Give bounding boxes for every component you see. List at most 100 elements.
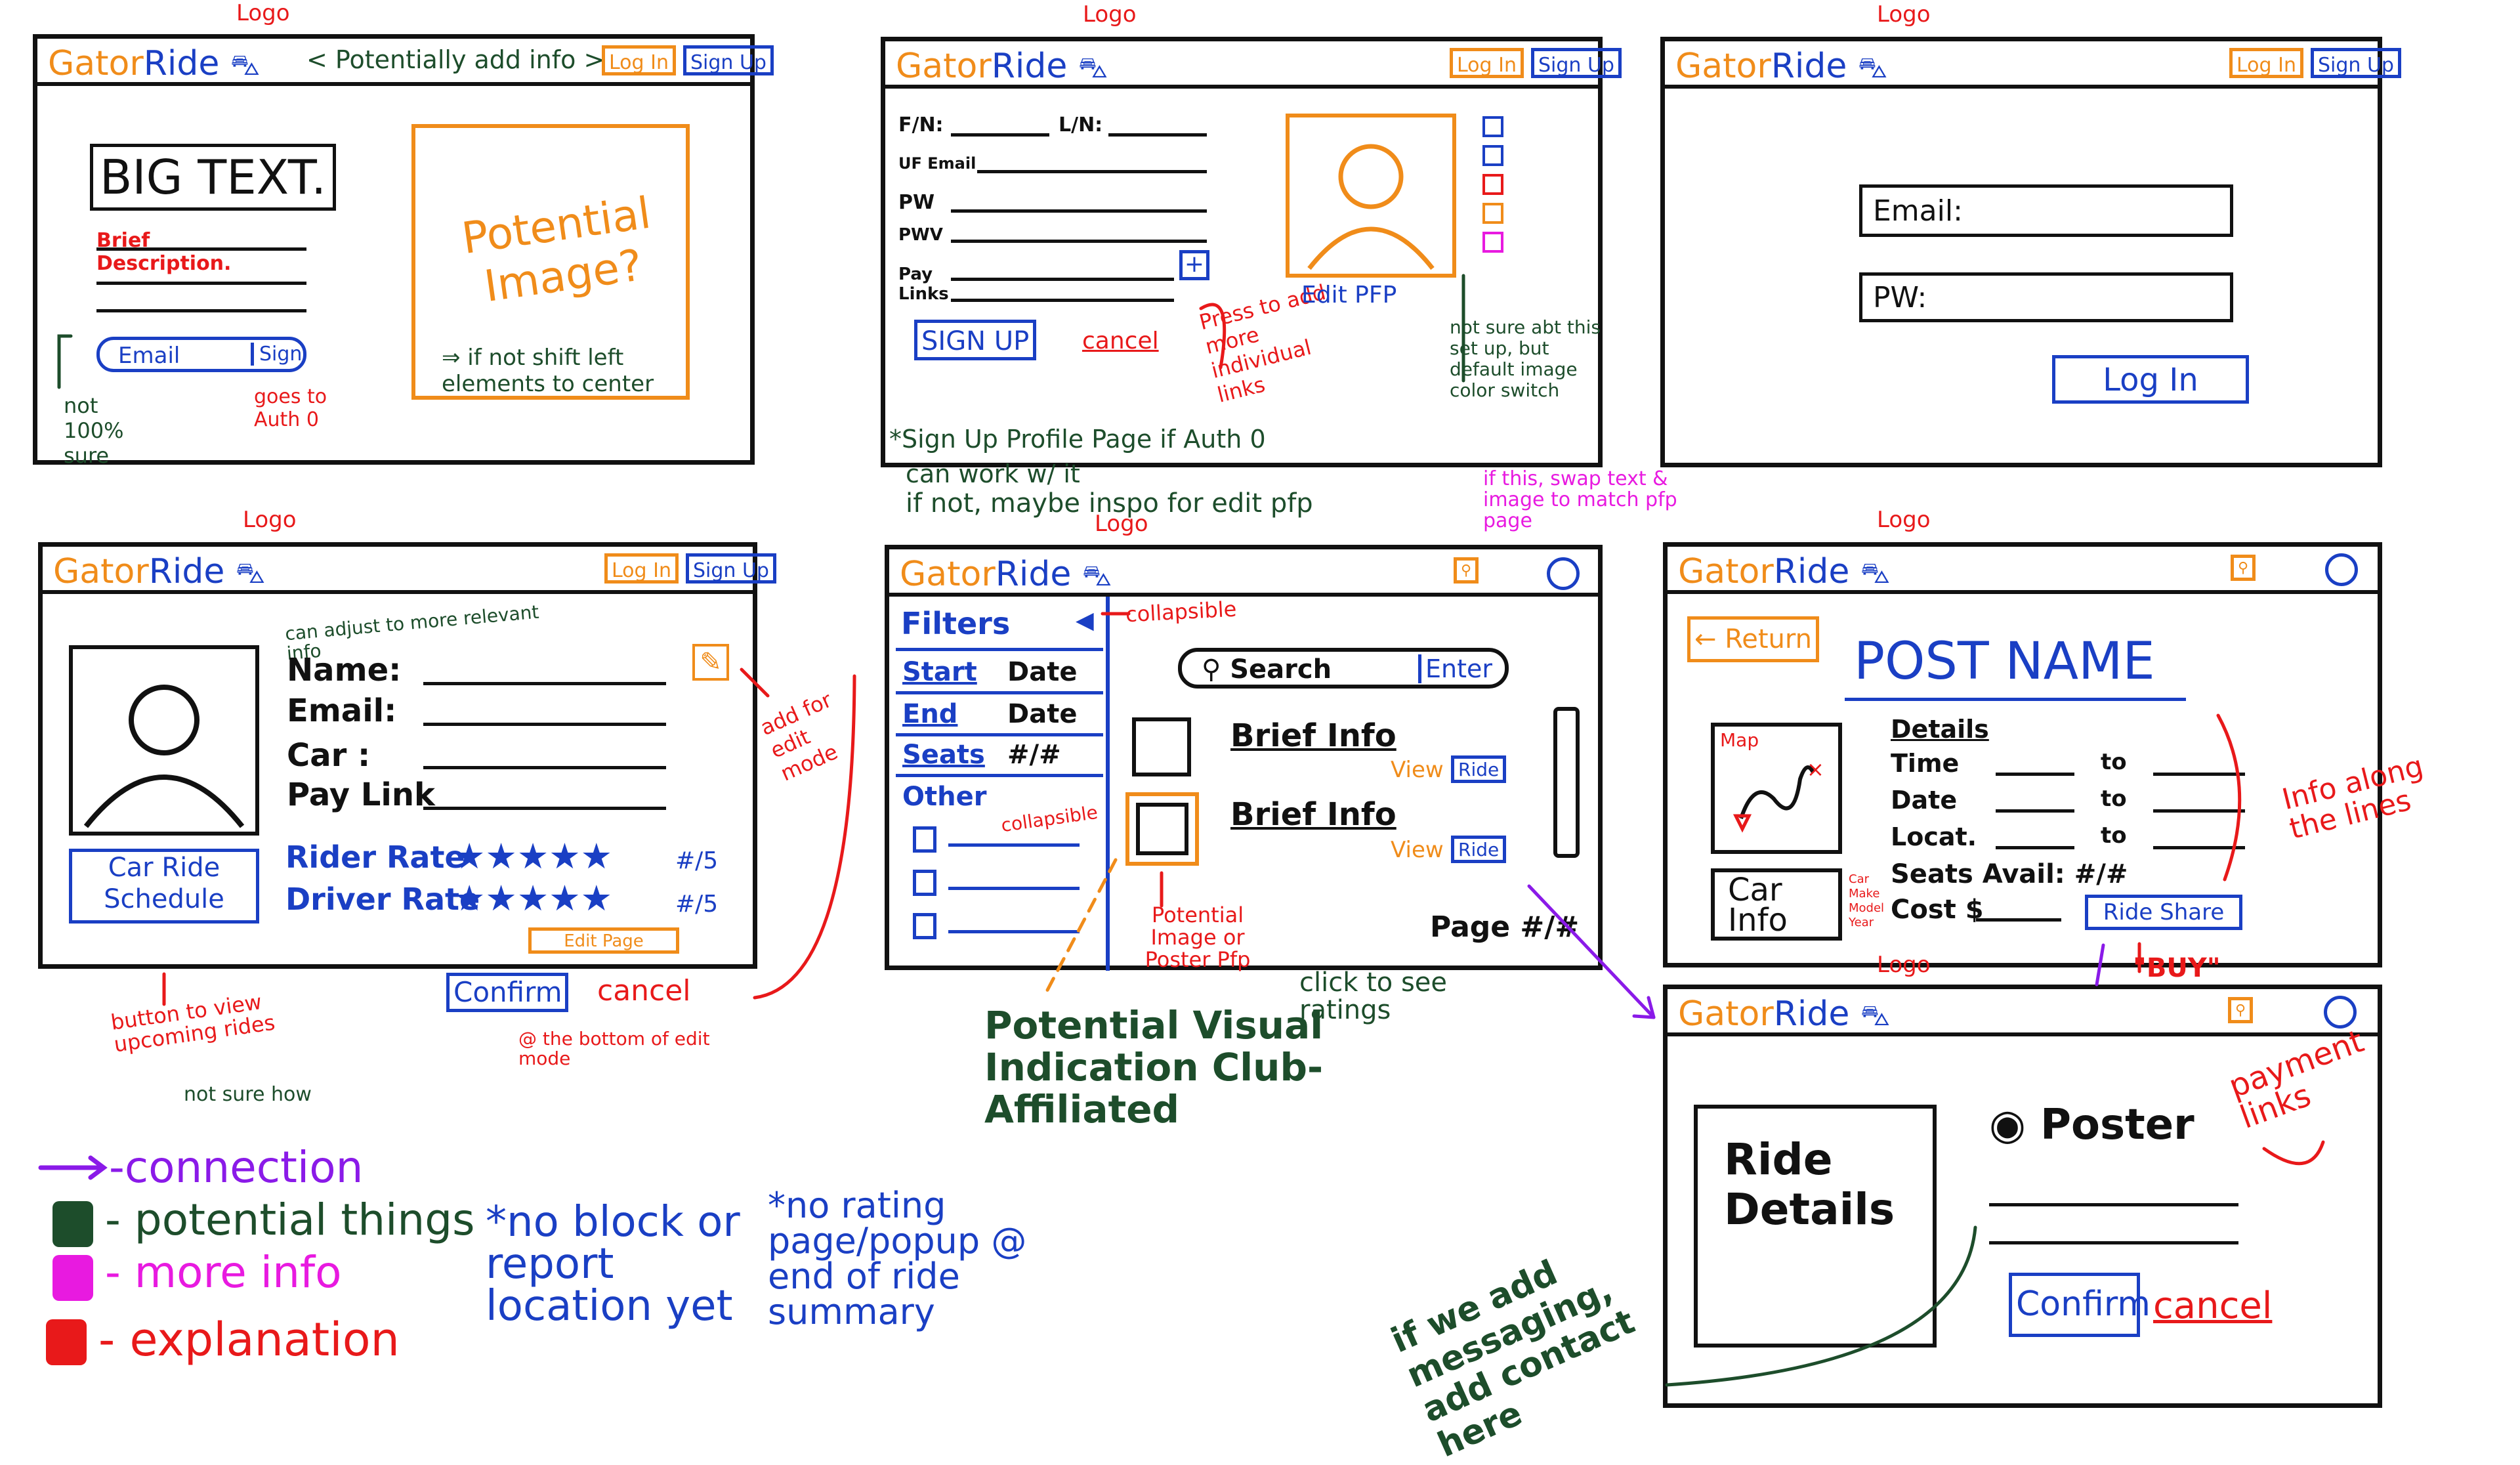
date-from-field bbox=[1996, 809, 2074, 813]
email-label: Email: bbox=[287, 692, 397, 729]
location-label: Locat. bbox=[1891, 822, 1977, 851]
edit-page-button[interactable]: Edit Page bbox=[528, 927, 679, 954]
legend-more-info: - more info bbox=[105, 1247, 342, 1298]
signup-button[interactable]: Sign Up bbox=[686, 553, 776, 584]
not-sure-note: not 100% sure bbox=[64, 393, 124, 468]
login-submit-button[interactable]: Log In bbox=[2052, 355, 2249, 404]
pay-links-field[interactable] bbox=[951, 299, 1174, 302]
cancel-button[interactable]: cancel bbox=[2153, 1285, 2272, 1327]
map-box[interactable]: Map × bbox=[1711, 723, 1842, 854]
color-swatch-icon[interactable] bbox=[1482, 232, 1503, 253]
potential-image-box: Potential Image? ⇒ if not shift left ele… bbox=[411, 124, 690, 400]
logo[interactable]: GatorRide ⛍ bbox=[900, 555, 1112, 597]
date-to: to bbox=[2101, 786, 2127, 812]
login-button[interactable]: Log In bbox=[2229, 48, 2303, 78]
signup-button[interactable]: Sign Up bbox=[1531, 48, 1622, 78]
signup-header: GatorRide ⛍ Log In Sign Up bbox=[885, 41, 1622, 89]
header-search-button[interactable]: ⚲ bbox=[2231, 555, 2256, 581]
cancel-button[interactable]: cancel bbox=[597, 974, 691, 1008]
ride-share-button[interactable]: Ride Share bbox=[2085, 895, 2242, 930]
car-info-box[interactable]: Car Info bbox=[1711, 868, 1842, 941]
other-checkbox[interactable] bbox=[913, 826, 936, 853]
pwv-field[interactable] bbox=[951, 240, 1207, 243]
signup-button[interactable]: Sign Up bbox=[2311, 48, 2401, 78]
logo-part2: Ride bbox=[1771, 47, 1847, 86]
car-icon: ⛍ bbox=[1860, 557, 1891, 590]
edit-pencil-icon[interactable]: ✎ bbox=[692, 644, 729, 681]
login-button[interactable]: Log In bbox=[602, 45, 676, 75]
car-icon: ⛍ bbox=[1082, 559, 1112, 593]
password-input[interactable]: PW: bbox=[1859, 272, 2233, 322]
other-checkbox[interactable] bbox=[913, 870, 936, 896]
ride-thumbnail-inner bbox=[1136, 803, 1188, 855]
confirm-button[interactable]: Confirm bbox=[2009, 1273, 2151, 1337]
pay-links-field[interactable] bbox=[951, 278, 1174, 281]
last-name-field[interactable] bbox=[1108, 133, 1207, 137]
color-switcher[interactable] bbox=[1482, 116, 1506, 274]
edit-pfp-label[interactable]: Edit PFP bbox=[1301, 282, 1396, 308]
club-note: Potential Visual Indication Club-Affilia… bbox=[984, 1003, 1324, 1132]
view-label[interactable]: View bbox=[1391, 837, 1444, 863]
ride-brief-info: Brief Info bbox=[1230, 717, 1396, 754]
other-checkbox[interactable] bbox=[913, 913, 936, 939]
email-input[interactable]: Email: bbox=[1859, 184, 2233, 237]
color-swatch-icon[interactable] bbox=[1482, 174, 1503, 195]
logo[interactable]: GatorRide ⛍ bbox=[1678, 552, 1890, 594]
signup-button[interactable]: Sign Up bbox=[683, 45, 774, 75]
logo[interactable]: GatorRide ⛍ bbox=[53, 552, 265, 594]
car-icon: ⛍ bbox=[235, 557, 266, 590]
login-button[interactable]: Log In bbox=[604, 553, 679, 584]
view-ride-button[interactable]: Ride bbox=[1451, 836, 1507, 863]
start-label: Start bbox=[902, 657, 977, 687]
ride-detail-header: GatorRide ⛍ ⚲ bbox=[1668, 989, 2378, 1036]
logo[interactable]: GatorRide ⛍ bbox=[896, 47, 1108, 89]
header-search-button[interactable]: ⚲ bbox=[2228, 997, 2254, 1023]
legend-swatch-magenta bbox=[52, 1255, 93, 1301]
collapse-arrow-icon[interactable]: ◀ bbox=[1076, 607, 1094, 634]
scrollbar[interactable] bbox=[1553, 707, 1580, 858]
ride-thumbnail-highlighted[interactable] bbox=[1125, 792, 1199, 866]
car-ride-schedule-button[interactable]: Car Ride Schedule bbox=[69, 849, 259, 924]
rides-frame: GatorRide ⛍ ⚲ Filters ◀ Start Date End D… bbox=[885, 545, 1603, 971]
email-signup-field[interactable]: Email Sign bbox=[96, 337, 306, 372]
color-swatch-icon[interactable] bbox=[1482, 145, 1503, 166]
view-label[interactable]: View bbox=[1391, 757, 1444, 783]
confirm-button[interactable]: Confirm bbox=[446, 973, 568, 1012]
location-from-field bbox=[1996, 846, 2074, 849]
user-account-icon[interactable] bbox=[1547, 557, 1580, 590]
user-account-icon[interactable] bbox=[2325, 553, 2358, 586]
post-header: GatorRide ⛍ ⚲ bbox=[1668, 547, 2378, 594]
checkbox-line bbox=[948, 887, 1080, 890]
car-icon: ⛍ bbox=[1078, 51, 1108, 85]
legend-potential: - potential things bbox=[105, 1195, 475, 1245]
ride-detail-frame: GatorRide ⛍ ⚲ Ride Details ◉ Poster Conf… bbox=[1663, 985, 2382, 1408]
pw-field[interactable] bbox=[951, 209, 1207, 213]
logo[interactable]: GatorRide ⛍ bbox=[1675, 47, 1887, 89]
logo[interactable]: GatorRide ⛍ bbox=[48, 44, 260, 86]
logo-tag: Logo bbox=[243, 507, 297, 533]
landing-frame: GatorRide ⛍ < Potentially add info > Log… bbox=[33, 34, 774, 468]
potential-image-text: Potential Image? bbox=[459, 187, 654, 312]
search-bar[interactable]: ⚲ Search Enter bbox=[1178, 648, 1509, 689]
color-swatch-icon[interactable] bbox=[1482, 203, 1503, 224]
cancel-button[interactable]: cancel bbox=[1082, 328, 1159, 354]
login-button[interactable]: Log In bbox=[1450, 48, 1524, 78]
header-search-button[interactable]: ⚲ bbox=[1454, 557, 1479, 584]
collapsible-note: collapsible bbox=[999, 801, 1099, 837]
enter-button[interactable]: Enter bbox=[1418, 654, 1492, 683]
return-button[interactable]: ← Return bbox=[1687, 616, 1819, 662]
sign-button[interactable]: Sign bbox=[251, 343, 302, 366]
filters-divider bbox=[896, 733, 1103, 736]
ride-details-box: Ride Details bbox=[1694, 1105, 1937, 1348]
logo[interactable]: GatorRide ⛍ bbox=[1678, 994, 1890, 1036]
add-link-button[interactable]: + bbox=[1179, 250, 1209, 280]
view-ride-button[interactable]: Ride bbox=[1451, 755, 1507, 783]
buy-note: "BUY" bbox=[2133, 953, 2221, 983]
logo-part1: Gator bbox=[896, 47, 992, 86]
logo-part1: Gator bbox=[1675, 47, 1771, 86]
logo-tag: Logo bbox=[1083, 1, 1137, 28]
color-swatch-icon[interactable] bbox=[1482, 116, 1503, 137]
signup-submit-button[interactable]: SIGN UP bbox=[914, 320, 1037, 360]
uf-email-field[interactable] bbox=[977, 170, 1207, 173]
first-name-field[interactable] bbox=[951, 133, 1049, 137]
